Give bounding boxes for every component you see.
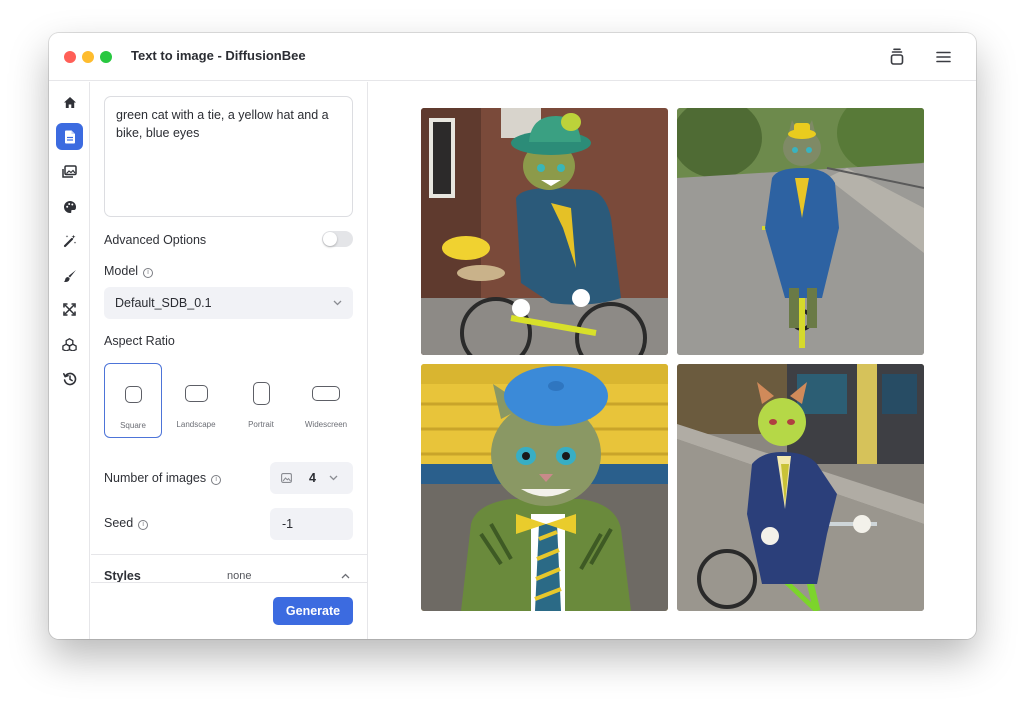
- stack-button[interactable]: [885, 45, 909, 69]
- sidebar-item-text-to-image[interactable]: [56, 123, 83, 150]
- brush-icon: [63, 269, 76, 282]
- gallery-icon: [62, 165, 77, 178]
- aspect-option-label: Square: [120, 421, 146, 430]
- chevron-up-icon: [341, 573, 350, 579]
- aspect-option-landscape[interactable]: Landscape: [167, 363, 225, 438]
- toggle-knob: [323, 232, 337, 246]
- styles-accordion[interactable]: Styles none: [91, 555, 367, 585]
- palette-icon: [63, 200, 76, 213]
- aspect-ratio-label: Aspect Ratio: [104, 334, 175, 348]
- aspect-option-label: Landscape: [176, 420, 216, 429]
- styles-label: Styles: [104, 569, 141, 583]
- seed-label-row: Seed i: [104, 516, 149, 530]
- aspect-option-square[interactable]: Square: [104, 363, 162, 438]
- text-to-image-icon: [64, 130, 75, 143]
- sidebar-item-magic[interactable]: [56, 227, 83, 254]
- num-images-select[interactable]: 4: [270, 462, 353, 494]
- sidebar-item-palette[interactable]: [56, 193, 83, 220]
- generated-image-2[interactable]: [677, 108, 924, 355]
- widescreen-shape-icon: [312, 386, 340, 401]
- app-window: Text to image - DiffusionBee green cat w…: [49, 33, 976, 639]
- title-bar: Text to image - DiffusionBee: [49, 33, 976, 81]
- hamburger-menu-icon: [935, 51, 951, 63]
- maximize-window-button[interactable]: [100, 51, 112, 63]
- image-gallery: [369, 82, 976, 639]
- prompt-input[interactable]: green cat with a tie, a yellow hat and a…: [104, 96, 353, 217]
- image-icon: [281, 473, 292, 483]
- aspect-option-portrait[interactable]: Portrait: [232, 363, 290, 438]
- close-window-button[interactable]: [64, 51, 76, 63]
- generated-image-3-artwork: [421, 364, 668, 611]
- generated-image-1-artwork: [421, 108, 668, 355]
- portrait-shape-icon: [252, 382, 270, 405]
- sidebar-item-home[interactable]: [56, 89, 83, 116]
- sidebar: [49, 82, 90, 639]
- footer-divider: [91, 582, 367, 583]
- chevron-down-icon: [333, 300, 342, 306]
- sidebar-item-gallery[interactable]: [56, 158, 83, 185]
- seed-label: Seed: [104, 516, 134, 530]
- seed-input[interactable]: -1: [270, 508, 353, 540]
- info-icon[interactable]: i: [211, 475, 222, 485]
- generated-image-4-artwork: [677, 364, 924, 611]
- stack-icon: [890, 48, 904, 65]
- history-icon: [62, 372, 76, 385]
- settings-panel: green cat with a tie, a yellow hat and a…: [91, 82, 368, 639]
- num-images-label-row: Number of images i: [104, 471, 222, 485]
- advanced-options-toggle[interactable]: [322, 231, 353, 247]
- num-images-label: Number of images: [104, 471, 207, 485]
- home-icon: [63, 97, 76, 108]
- aspect-option-label: Portrait: [248, 420, 274, 429]
- generated-image-3[interactable]: [421, 364, 668, 611]
- minimize-window-button[interactable]: [82, 51, 94, 63]
- info-icon[interactable]: i: [143, 268, 154, 278]
- model-value: Default_SDB_0.1: [115, 296, 212, 310]
- model-label: Model: [104, 264, 139, 278]
- chevron-down-icon: [329, 475, 338, 481]
- menu-button[interactable]: [931, 45, 955, 69]
- generate-button[interactable]: Generate: [273, 597, 353, 625]
- sidebar-item-upscale[interactable]: [56, 296, 83, 323]
- generated-image-2-artwork: [677, 108, 924, 355]
- generated-image-1[interactable]: [421, 108, 668, 355]
- styles-value: none: [227, 570, 252, 582]
- sidebar-item-brush[interactable]: [56, 262, 83, 289]
- landscape-shape-icon: [184, 385, 208, 402]
- model-label-row: Model i: [104, 264, 154, 278]
- aspect-option-label: Widescreen: [304, 420, 348, 429]
- advanced-options-label: Advanced Options: [104, 233, 207, 247]
- model-select[interactable]: Default_SDB_0.1: [104, 287, 353, 319]
- aspect-option-widescreen[interactable]: Widescreen: [297, 363, 355, 438]
- generated-image-4[interactable]: [677, 364, 924, 611]
- models-icon: [62, 338, 77, 351]
- sidebar-item-history[interactable]: [56, 365, 83, 392]
- upscale-icon: [63, 303, 76, 316]
- window-title: Text to image - DiffusionBee: [131, 48, 306, 63]
- num-images-value: 4: [309, 471, 316, 485]
- square-shape-icon: [124, 386, 142, 403]
- sidebar-item-models[interactable]: [56, 331, 83, 358]
- magic-wand-icon: [63, 234, 76, 247]
- info-icon[interactable]: i: [138, 520, 149, 530]
